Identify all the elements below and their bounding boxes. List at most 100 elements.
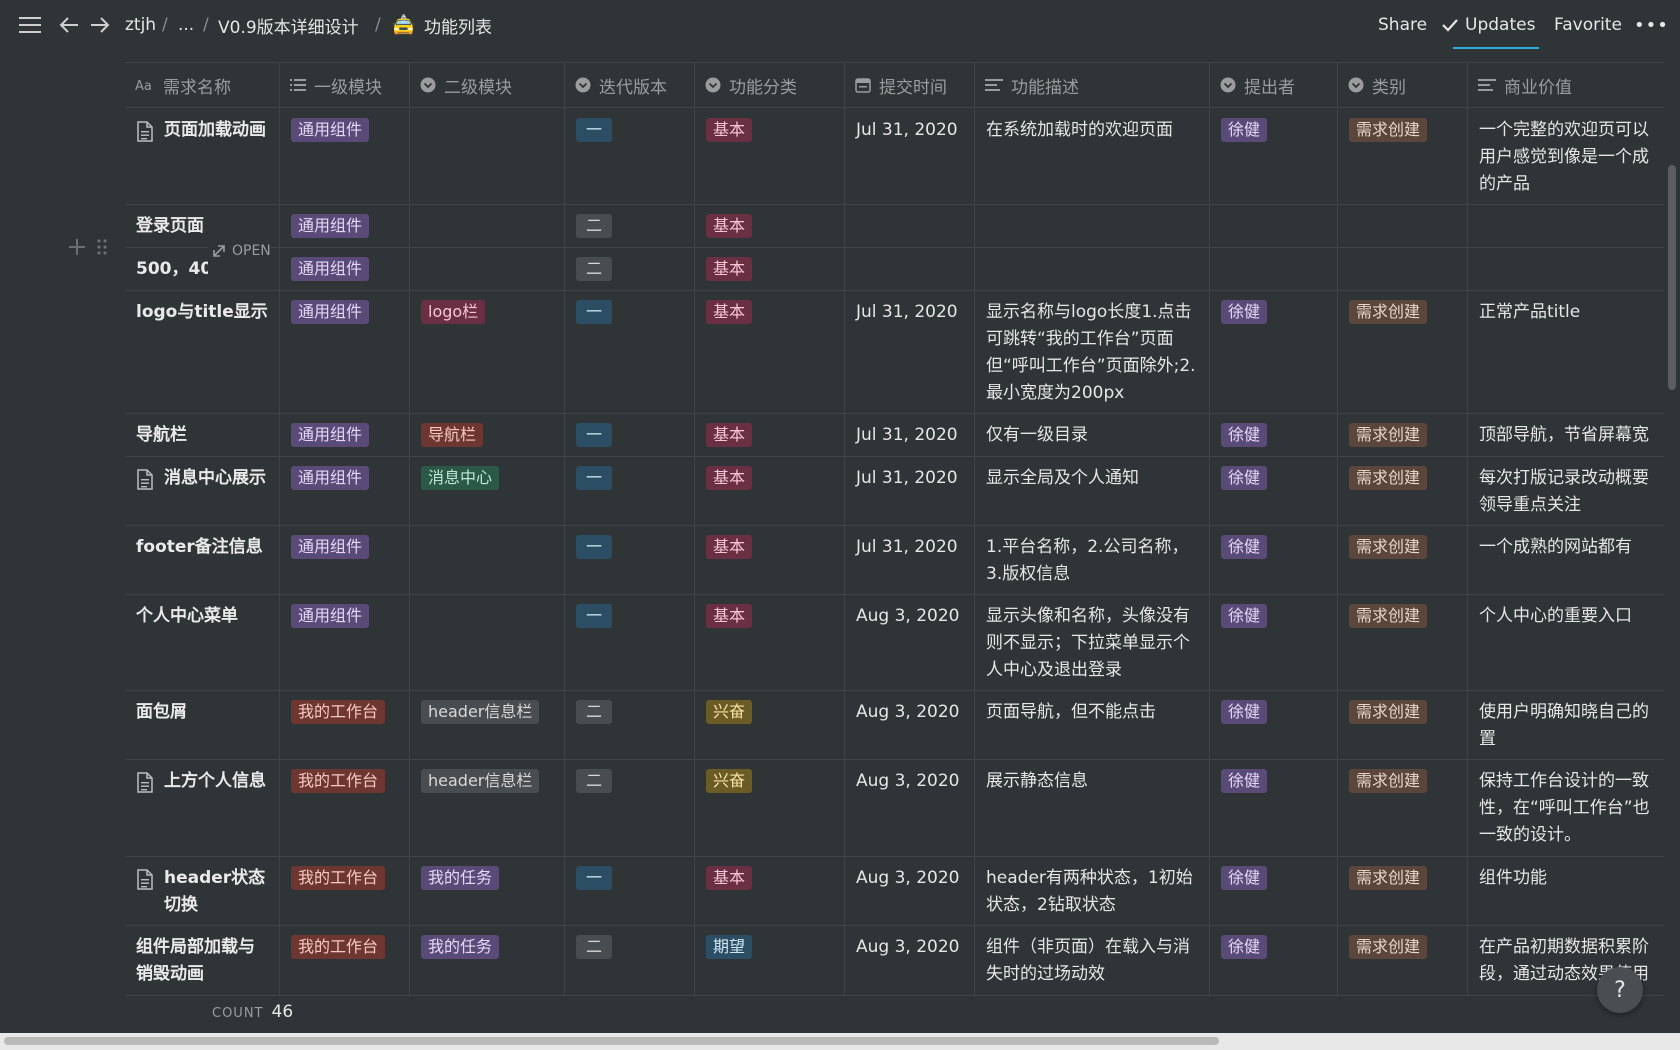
favorite-button[interactable]: Favorite (1554, 0, 1622, 50)
cell-business-value[interactable]: 保持工作台设计的一致性，在“呼叫工作台”也一致的设计。 (1468, 759, 1665, 856)
cell-module-level1[interactable]: 通用组件 (280, 594, 410, 690)
requirement-title[interactable]: 登录页面 (136, 213, 204, 240)
cell-module-level1[interactable]: 通用组件 (280, 290, 410, 413)
cell-proposer[interactable]: 徐健 (1210, 594, 1338, 690)
cell-feature-category[interactable]: 基本 (695, 413, 845, 456)
cell-feature-category[interactable]: 基本 (695, 456, 845, 525)
cell-submit-time[interactable]: Aug 3, 2020 (845, 690, 975, 759)
cell-category[interactable]: 需求创建 (1338, 690, 1468, 759)
cell-proposer[interactable]: 徐健 (1210, 856, 1338, 925)
column-header-feature-description[interactable]: 功能描述 (975, 63, 1210, 107)
cell-proposer[interactable]: 徐健 (1210, 456, 1338, 525)
cell-category[interactable]: 需求创建 (1338, 525, 1468, 594)
cell-module-level1[interactable]: 我的工作台 (280, 925, 410, 995)
cell-business-value[interactable] (1468, 247, 1665, 290)
cell-category[interactable] (1338, 204, 1468, 247)
cell-feature-category[interactable]: 基本 (695, 856, 845, 925)
column-header-feature-category[interactable]: 功能分类 (695, 63, 845, 107)
requirement-title[interactable]: 消息中心展示 (164, 465, 266, 492)
cell-module-level2[interactable] (410, 247, 565, 290)
cell-business-value[interactable]: 个人中心的重要入口 (1468, 594, 1665, 690)
requirement-title[interactable]: logo与title显示 (136, 299, 268, 326)
table-row[interactable]: 个人中心菜单 通用组件 一 基本 Aug 3, 2020 显示头像和名称，头像没有则不显示… (125, 594, 1665, 691)
cell-category[interactable]: 需求创建 (1338, 594, 1468, 690)
cell-business-value[interactable]: 每次打版记录改动概要领导重点关注 (1468, 456, 1665, 525)
cell-requirement-name[interactable]: 面包屑 (125, 690, 280, 759)
cell-business-value[interactable]: 一个完整的欢迎页可以用户感觉到像是一个成的产品 (1468, 108, 1665, 204)
cell-submit-time[interactable]: Aug 3, 2020 (845, 759, 975, 856)
cell-feature-category[interactable]: 兴奋 (695, 690, 845, 759)
cell-module-level1[interactable]: 我的工作台 (280, 759, 410, 856)
requirement-title[interactable]: 导航栏 (136, 422, 187, 449)
back-arrow-icon[interactable] (58, 0, 80, 50)
cell-module-level2[interactable]: header信息栏 (410, 759, 565, 856)
cell-submit-time[interactable] (845, 247, 975, 290)
cell-proposer[interactable]: 徐健 (1210, 525, 1338, 594)
cell-feature-description[interactable]: 显示头像和名称，头像没有则不显示；下拉菜单显示个人中心及退出登录 (975, 594, 1210, 690)
cell-iteration-version[interactable]: 一 (565, 413, 695, 456)
add-row-icon[interactable] (68, 238, 86, 261)
table-row[interactable]: 页面加载动画 通用组件 一 基本 Jul 31, 2020 在系统加载时的欢迎页面 徐健 需求… (125, 108, 1665, 205)
cell-feature-description[interactable]: 页面导航，但不能点击 (975, 690, 1210, 759)
cell-module-level2[interactable] (410, 525, 565, 594)
help-button[interactable]: ? (1597, 967, 1643, 1013)
cell-requirement-name[interactable]: 个人中心菜单 (125, 594, 280, 690)
horizontal-scrollbar[interactable] (0, 1033, 1680, 1050)
cell-iteration-version[interactable]: 一 (565, 290, 695, 413)
cell-submit-time[interactable]: Jul 31, 2020 (845, 108, 975, 204)
table-row[interactable]: 上方个人信息 我的工作台 header信息栏 二 兴奋 Aug 3, 2020 展示静态信息… (125, 759, 1665, 857)
table-row[interactable]: 消息中心展示 通用组件 消息中心 一 基本 Jul 31, 2020 显示全局及个人通知 徐健… (125, 456, 1665, 526)
cell-proposer[interactable]: 徐健 (1210, 925, 1338, 995)
cell-feature-description[interactable] (975, 247, 1210, 290)
cell-proposer[interactable]: 徐健 (1210, 690, 1338, 759)
cell-module-level2[interactable]: logo栏 (410, 290, 565, 413)
cell-requirement-name[interactable]: header状态切换 (125, 856, 280, 925)
cell-category[interactable]: 需求创建 (1338, 856, 1468, 925)
cell-iteration-version[interactable]: 二 (565, 247, 695, 290)
cell-module-level1[interactable]: 通用组件 (280, 247, 410, 290)
cell-feature-category[interactable]: 基本 (695, 204, 845, 247)
requirement-title[interactable]: 面包屑 (136, 699, 187, 726)
cell-requirement-name[interactable]: 消息中心展示 (125, 456, 280, 525)
column-header-business-value[interactable]: 商业价值 (1468, 63, 1665, 107)
cell-module-level1[interactable]: 通用组件 (280, 204, 410, 247)
cell-module-level1[interactable]: 通用组件 (280, 108, 410, 204)
requirement-title[interactable]: 页面加载动画 (164, 117, 266, 144)
column-header-submit-time[interactable]: 提交时间 (845, 63, 975, 107)
cell-module-level1[interactable]: 通用组件 (280, 456, 410, 525)
requirement-title[interactable]: 个人中心菜单 (136, 603, 238, 630)
cell-module-level1[interactable]: 我的工作台 (280, 856, 410, 925)
requirement-title[interactable]: header状态切换 (164, 865, 269, 919)
cell-category[interactable] (1338, 247, 1468, 290)
cell-feature-category[interactable]: 兴奋 (695, 759, 845, 856)
updates-button[interactable]: Updates (1465, 0, 1535, 50)
cell-feature-description[interactable]: header有两种状态，1初始状态，2钻取状态 (975, 856, 1210, 925)
cell-module-level2[interactable]: header信息栏 (410, 690, 565, 759)
cell-module-level2[interactable]: 消息中心 (410, 456, 565, 525)
cell-feature-category[interactable]: 基本 (695, 247, 845, 290)
cell-category[interactable]: 需求创建 (1338, 759, 1468, 856)
cell-business-value[interactable]: 正常产品title (1468, 290, 1665, 413)
table-row[interactable]: 面包屑 我的工作台 header信息栏 二 兴奋 Aug 3, 2020 页面导航，但不能点… (125, 690, 1665, 760)
more-options-icon[interactable]: ••• (1634, 0, 1669, 50)
table-row[interactable]: 导航栏 通用组件 导航栏 一 基本 Jul 31, 2020 仅有一级目录 徐健 需求创建 顶部导… (125, 413, 1665, 457)
column-header-proposer[interactable]: 提出者 (1210, 63, 1338, 107)
cell-module-level2[interactable]: 我的任务 (410, 856, 565, 925)
cell-category[interactable]: 需求创建 (1338, 456, 1468, 525)
cell-feature-description[interactable] (975, 204, 1210, 247)
cell-iteration-version[interactable]: 一 (565, 108, 695, 204)
cell-iteration-version[interactable]: 二 (565, 204, 695, 247)
cell-submit-time[interactable]: Jul 31, 2020 (845, 290, 975, 413)
breadcrumb-workspace[interactable]: ztjh (125, 0, 156, 50)
breadcrumb-parent-page[interactable]: V0.9版本详细设计 (218, 0, 359, 50)
cell-feature-description[interactable]: 显示名称与logo长度1.点击可跳转“我的工作台”页面但“呼叫工作台”页面除外;… (975, 290, 1210, 413)
requirement-title[interactable]: 上方个人信息 (164, 768, 266, 795)
cell-category[interactable]: 需求创建 (1338, 413, 1468, 456)
cell-feature-category[interactable]: 基本 (695, 594, 845, 690)
cell-requirement-name[interactable]: footer备注信息 (125, 525, 280, 594)
cell-submit-time[interactable]: Jul 31, 2020 (845, 456, 975, 525)
cell-iteration-version[interactable]: 一 (565, 594, 695, 690)
cell-iteration-version[interactable]: 二 (565, 925, 695, 995)
cell-feature-description[interactable]: 1.平台名称，2.公司名称，3.版权信息 (975, 525, 1210, 594)
breadcrumb-ellipsis[interactable]: ... (178, 0, 194, 50)
